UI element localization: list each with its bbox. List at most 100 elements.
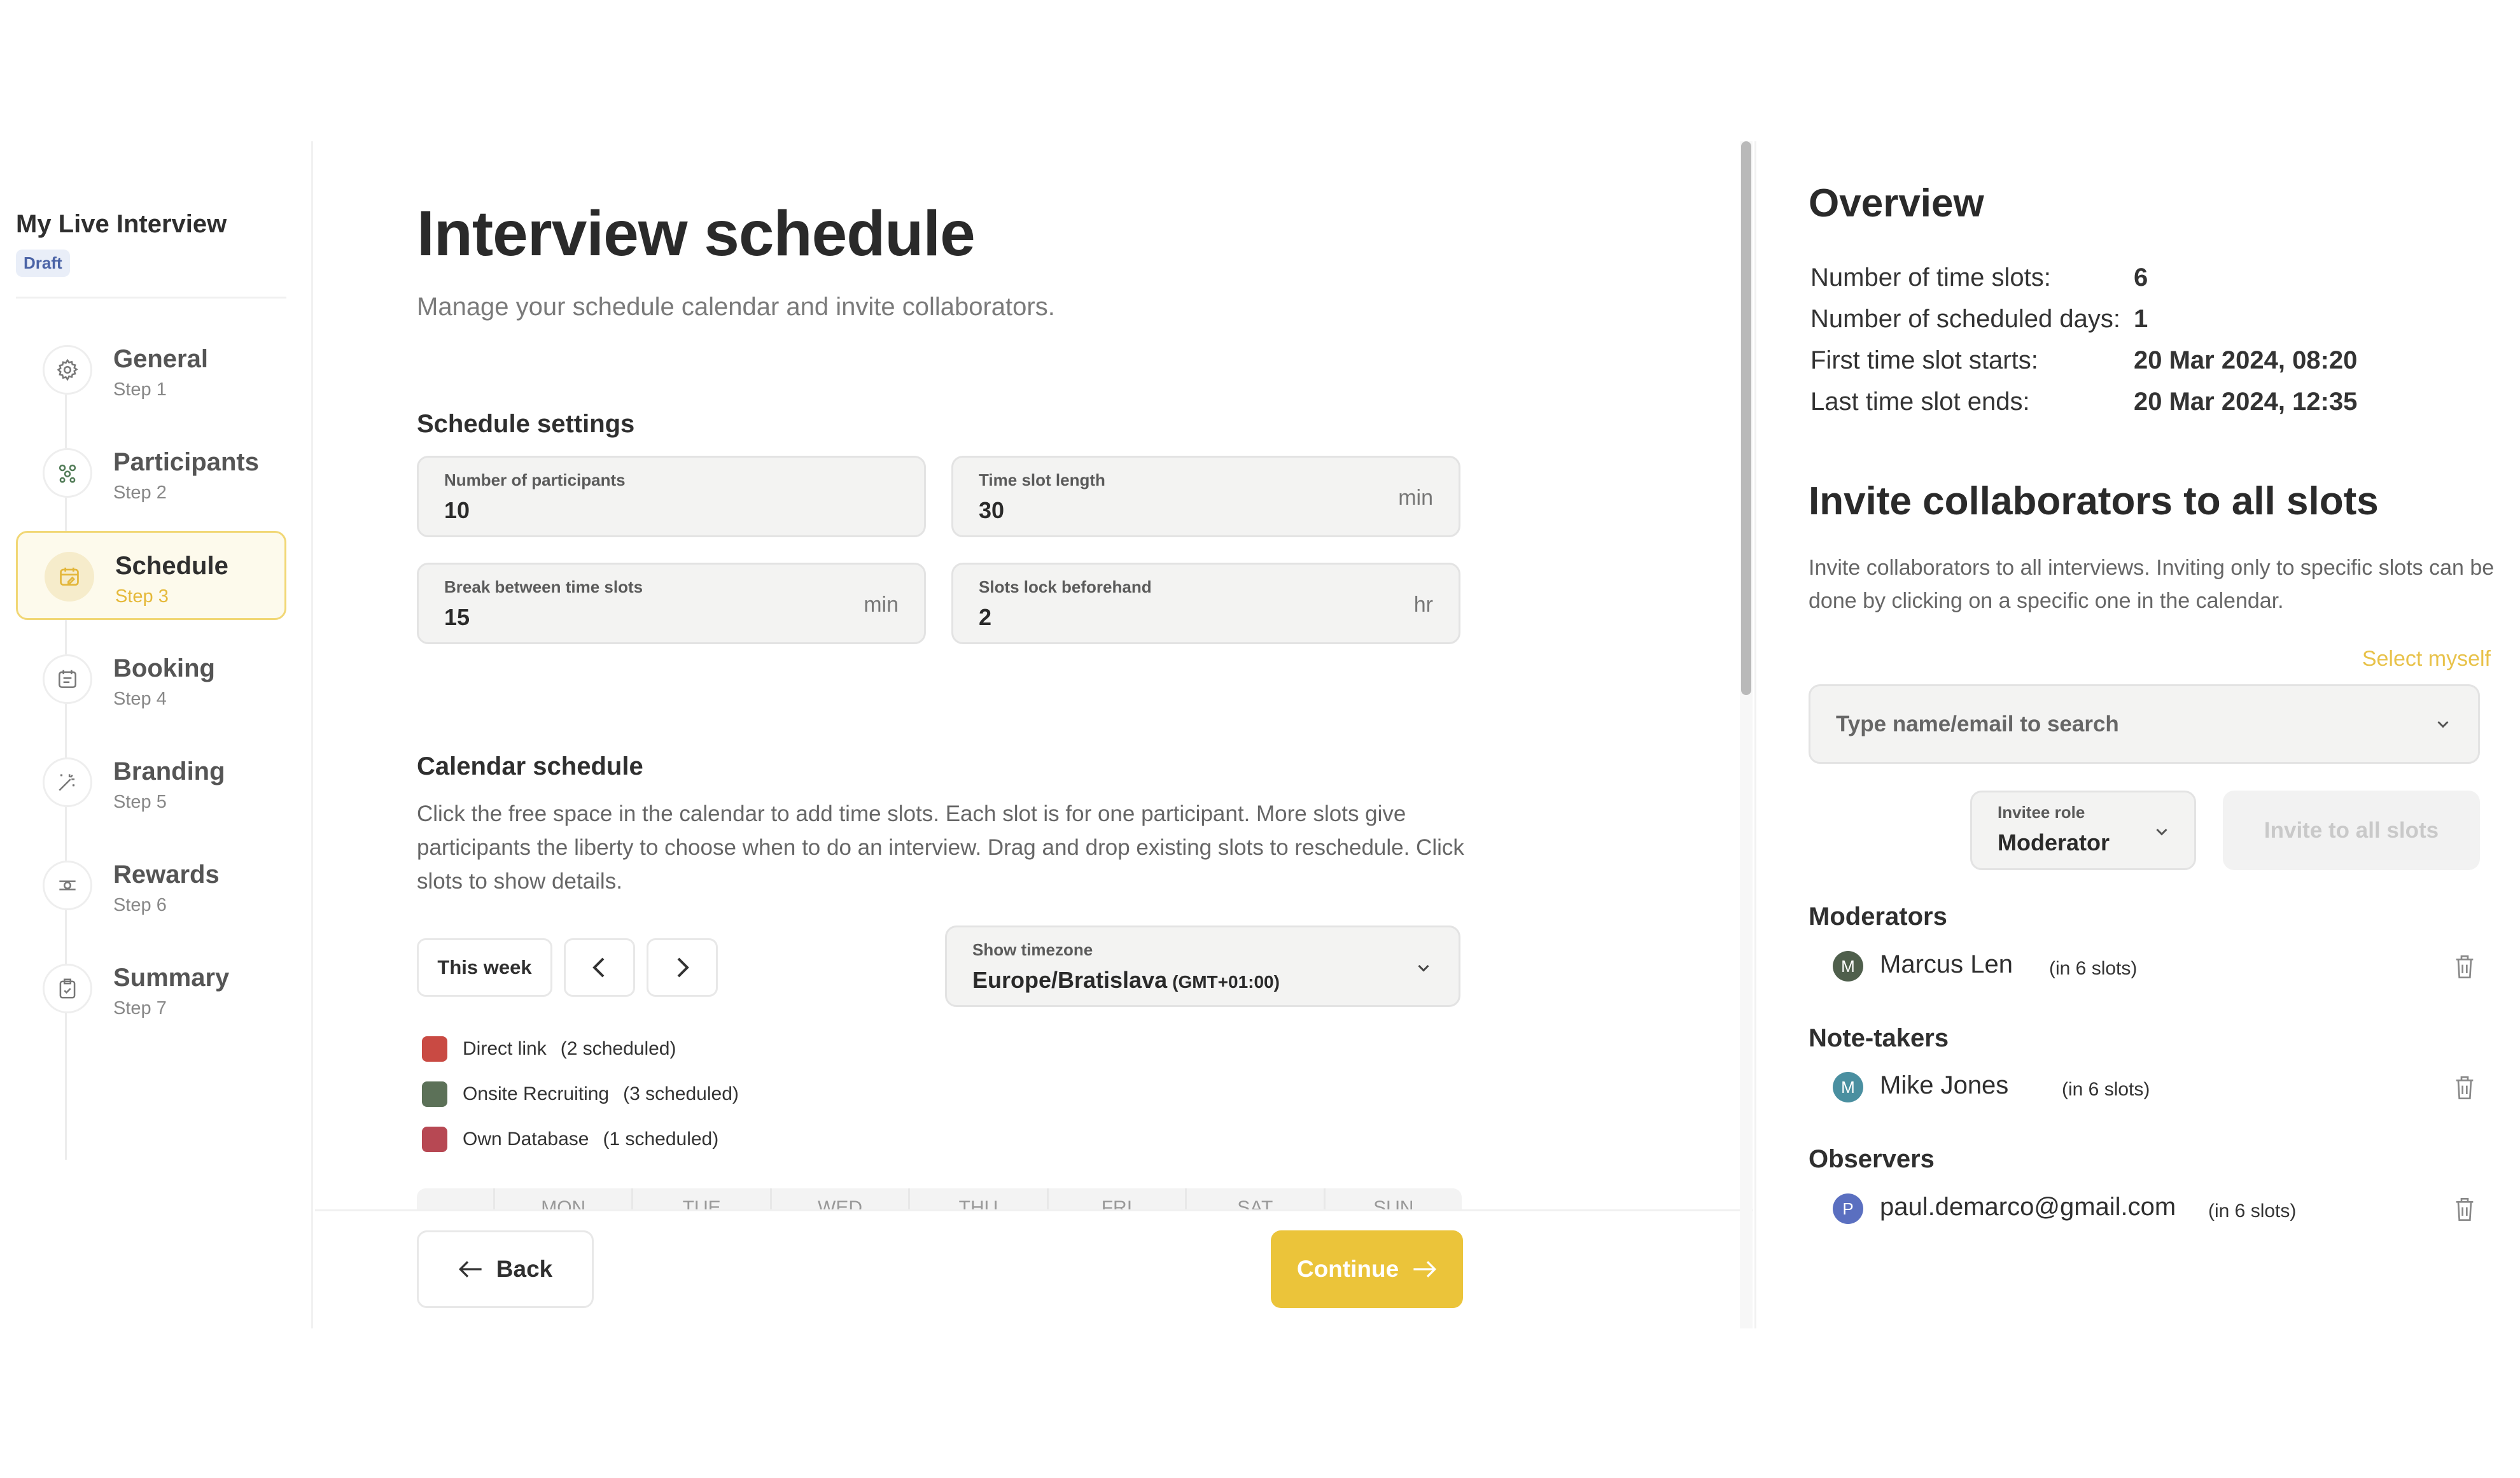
observers-title: Observers — [1809, 1145, 1935, 1173]
chevron-down-icon — [2437, 721, 2449, 728]
collaborator-row: M Marcus Len (in 6 slots) — [1833, 948, 2475, 983]
chevron-left-icon — [592, 957, 605, 978]
sidebar-step-participants[interactable]: Participants Step 2 — [16, 429, 286, 518]
legend-item-own-database: Own Database (1 scheduled) — [422, 1125, 718, 1153]
collaborator-name: Mike Jones — [1880, 1071, 2009, 1099]
overview-key: Number of scheduled days: — [1810, 305, 2120, 333]
chevron-right-icon — [677, 957, 689, 978]
field-value: 10 — [444, 497, 470, 523]
invitee-role-select[interactable]: Invitee role Moderator — [1970, 791, 2196, 870]
status-badge: Draft — [16, 250, 70, 277]
collaborator-row: P paul.demarco@gmail.com (in 6 slots) — [1833, 1190, 2475, 1226]
overview-value: 20 Mar 2024, 12:35 — [2134, 388, 2358, 416]
field-unit: min — [1398, 486, 1433, 510]
trash-icon[interactable] — [2454, 1197, 2475, 1222]
overview-key: Number of time slots: — [1810, 264, 2051, 292]
collaborator-name: paul.demarco@gmail.com — [1880, 1193, 2176, 1221]
collaborator-row: M Mike Jones (in 6 slots) — [1833, 1069, 2475, 1104]
clipboard-check-icon — [43, 964, 92, 1013]
overview-row: Last time slot ends: 20 Mar 2024, 12:35 — [1810, 388, 2447, 416]
break-between-slots-field[interactable]: Break between time slots 15 min — [417, 563, 926, 644]
sidebar-step-branding[interactable]: Branding Step 5 — [16, 738, 286, 827]
previous-week-button[interactable] — [564, 938, 635, 997]
sidebar-step-booking[interactable]: Booking Step 4 — [16, 635, 286, 724]
step-name: Branding — [113, 757, 225, 785]
continue-button[interactable]: Continue — [1271, 1230, 1463, 1308]
field-unit: hr — [1413, 593, 1433, 617]
timezone-label: Show timezone — [972, 940, 1093, 959]
step-name: Schedule — [115, 552, 228, 580]
slot-length-field[interactable]: Time slot length 30 min — [951, 456, 1460, 537]
step-number: Step 6 — [113, 895, 167, 915]
overview-value: 20 Mar 2024, 08:20 — [2134, 346, 2358, 374]
timezone-value-wrap: Europe/Bratislava (GMT+01:00) — [972, 967, 1280, 994]
back-button[interactable]: Back — [417, 1230, 594, 1308]
overview-panel: Overview Number of time slots: 6 Number o… — [1754, 141, 2520, 1328]
magic-wand-icon — [43, 757, 92, 807]
step-number: Step 4 — [113, 689, 167, 709]
next-week-button[interactable] — [647, 938, 718, 997]
overview-row: Number of time slots: 6 — [1810, 264, 2447, 292]
avatar: P — [1833, 1193, 1863, 1224]
sidebar-step-schedule[interactable]: Schedule Step 3 — [16, 531, 286, 620]
sidebar: My Live Interview Draft General Step 1 P… — [0, 141, 313, 1328]
page-subtitle: Manage your schedule calendar and invite… — [417, 293, 1055, 321]
overview-key: First time slot starts: — [1810, 346, 2038, 374]
legend-swatch — [422, 1127, 447, 1152]
chevron-down-icon — [1418, 964, 1429, 972]
chevron-down-icon — [2156, 828, 2167, 836]
collaborator-slots: (in 6 slots) — [2049, 958, 2138, 979]
legend-swatch — [422, 1081, 447, 1107]
collaborator-slots: (in 6 slots) — [2062, 1079, 2150, 1100]
step-number: Step 7 — [113, 998, 167, 1018]
calendar-schedule-title: Calendar schedule — [417, 752, 643, 780]
invite-to-all-slots-button[interactable]: Invite to all slots — [2223, 791, 2480, 870]
slots-lock-field[interactable]: Slots lock beforehand 2 hr — [951, 563, 1460, 644]
legend-swatch — [422, 1036, 447, 1062]
main-scrollbar-thumb[interactable] — [1741, 141, 1751, 695]
field-label: Slots lock beforehand — [979, 577, 1152, 596]
arrow-right-icon — [1413, 1261, 1437, 1277]
overview-value: 6 — [2134, 264, 2148, 292]
timezone-offset: (GMT+01:00) — [1172, 972, 1280, 992]
select-myself-link[interactable]: Select myself — [2362, 647, 2491, 672]
participants-icon — [43, 448, 92, 498]
sidebar-step-rewards[interactable]: Rewards Step 6 — [16, 841, 286, 931]
step-name: Rewards — [113, 861, 220, 889]
overview-key: Last time slot ends: — [1810, 388, 2030, 416]
role-label: Invitee role — [1998, 803, 2085, 822]
step-number: Step 5 — [113, 792, 167, 812]
invite-title: Invite collaborators to all slots — [1809, 479, 2379, 523]
legend-label: Own Database — [463, 1129, 589, 1150]
sidebar-step-general[interactable]: General Step 1 — [16, 326, 286, 415]
this-week-button[interactable]: This week — [417, 938, 552, 997]
field-value: 2 — [979, 604, 992, 630]
participants-count-field[interactable]: Number of participants 10 — [417, 456, 926, 537]
overview-row: Number of scheduled days: 1 — [1810, 305, 2447, 334]
search-placeholder: Type name/email to search — [1836, 712, 2119, 736]
gear-icon — [43, 345, 92, 395]
sidebar-divider — [16, 297, 286, 299]
invite-description: Invite collaborators to all interviews. … — [1809, 556, 2495, 613]
back-label: Back — [496, 1256, 553, 1282]
trash-icon[interactable] — [2454, 1075, 2475, 1101]
overview-value: 1 — [2134, 305, 2148, 333]
arrow-left-icon — [458, 1261, 482, 1277]
legend-item-onsite-recruiting: Onsite Recruiting (3 scheduled) — [422, 1080, 739, 1108]
main-content: Interview schedule Manage your schedule … — [315, 141, 1753, 1329]
moderators-title: Moderators — [1809, 903, 1947, 931]
booking-icon — [43, 654, 92, 704]
legend-count: (1 scheduled) — [603, 1129, 719, 1150]
timezone-select[interactable]: Show timezone Europe/Bratislava (GMT+01:0… — [945, 926, 1460, 1007]
field-label: Time slot length — [979, 470, 1105, 489]
calendar-description: Click the free space in the calendar to … — [417, 801, 1464, 894]
overview-row: First time slot starts: 20 Mar 2024, 08:2… — [1810, 346, 2447, 375]
legend-count: (2 scheduled) — [560, 1038, 676, 1059]
trash-icon[interactable] — [2454, 954, 2475, 980]
field-value: 30 — [979, 497, 1005, 523]
collaborator-search-input[interactable]: Type name/email to search — [1809, 684, 2480, 764]
field-label: Break between time slots — [444, 577, 643, 596]
sidebar-step-summary[interactable]: Summary Step 7 — [16, 945, 286, 1034]
step-number: Step 1 — [113, 379, 167, 400]
avatar: M — [1833, 951, 1863, 982]
